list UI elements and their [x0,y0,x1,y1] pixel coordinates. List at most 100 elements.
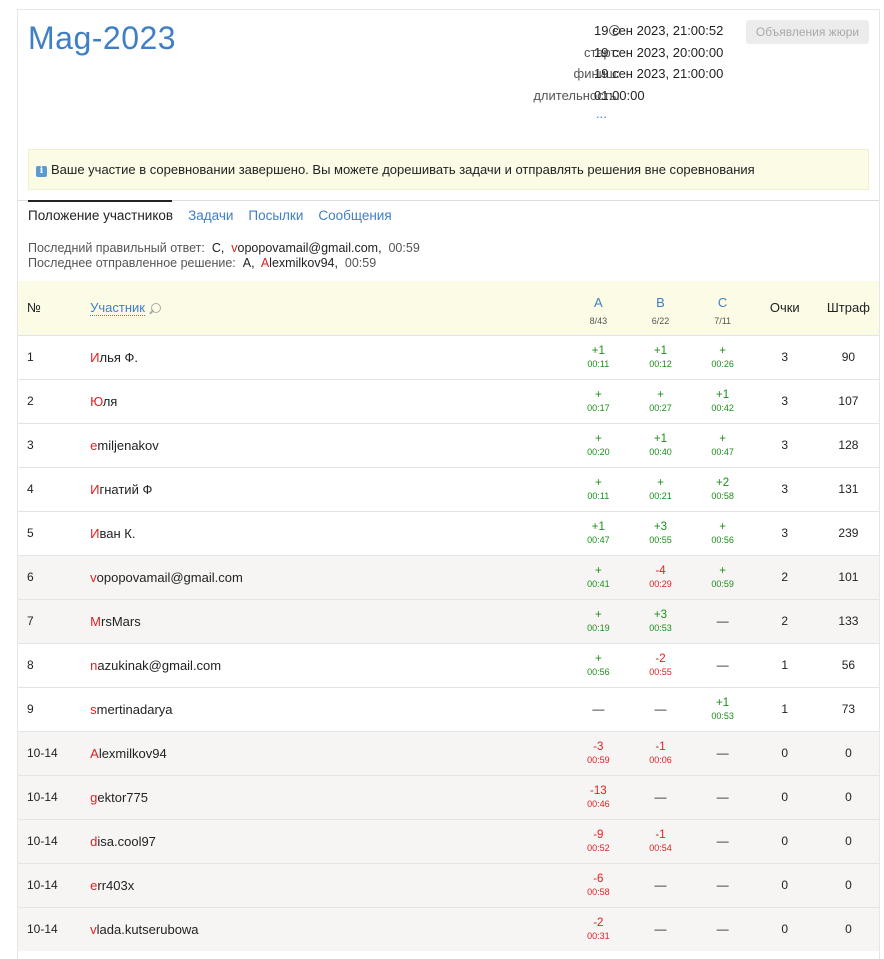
row-penalty: 239 [815,510,879,555]
contest-times: 19 сен 2023, 21:00:52 старт: 19 сен 2023… [458,23,758,109]
row-participant[interactable]: Илья Ф. [80,334,568,379]
participant-sort-link[interactable]: Участник [90,300,145,317]
table-row: 1 Илья Ф. +1 00:11 +1 00:12 +00:26 3 90 [18,334,879,379]
table-row: 9 smertinadarya — — +1 00:53 1 73 [18,686,879,731]
solve-time: 00:58 [587,886,610,897]
solve-time: 00:11 [587,358,610,369]
row-place: 3 [18,422,81,467]
row-participant[interactable]: Игнатий Ф [80,466,568,511]
solve-time: 00:53 [711,710,734,721]
problem-stat: 8/43 [589,316,608,327]
problem-result: +00:47 [691,422,754,467]
row-score: 3 [753,422,816,467]
problem-result: — [629,774,692,819]
attempts: + [594,564,602,577]
attempts: +1 [591,520,605,533]
attempts: — [654,701,667,716]
attempts: -4 [655,564,666,577]
row-penalty: 0 [815,906,879,951]
row-participant[interactable]: MrsMars [80,598,568,643]
problem-result: — [629,862,692,907]
participant-name: opopovamail@gmail.com [96,569,243,585]
jury-announcements-button[interactable]: Объявления жюри [746,20,869,44]
participant-name: гнатий Ф [99,481,153,497]
attempts: + [594,432,602,445]
attempts: -13 [590,784,607,797]
attempts: +1 [716,388,730,401]
attempts: + [594,652,602,665]
row-participant[interactable]: Alexmilkov94 [80,730,568,775]
tab-problems[interactable]: Задачи [188,208,233,228]
current-time: 19 сен 2023, 21:00:52 [594,23,724,38]
header-penalty: Штраф [815,281,879,335]
row-participant[interactable]: err403x [80,862,568,907]
attempts: -9 [593,828,604,841]
attempts: +3 [653,520,668,533]
problem-result: — [691,642,754,687]
solve-time: 00:58 [711,490,734,501]
problem-result: +1 00:47 [567,510,630,555]
problem-result: -1 00:54 [629,818,692,863]
row-place: 4 [18,466,81,511]
problem-result: +00:21 [629,466,692,511]
tab-submissions[interactable]: Посылки [248,208,303,228]
participant-name: лья Ф. [99,349,138,365]
row-penalty: 0 [815,730,879,775]
problem-result: +3 00:55 [629,510,692,555]
participant-name: ektor775 [97,789,148,805]
finish-time: 19 сен 2023, 21:00:00 [594,66,724,81]
row-penalty: 56 [815,642,879,687]
solve-time: 00:41 [587,578,610,589]
row-penalty: 107 [815,378,879,423]
row-participant[interactable]: Иван К. [80,510,568,555]
row-participant[interactable]: disa.cool97 [80,818,568,863]
problem-result: +00:26 [691,334,754,379]
problem-link[interactable]: C [692,295,754,310]
problem-result: — [691,906,754,951]
row-participant[interactable]: vlada.kutserubowa [80,906,568,951]
row-score: 0 [753,730,816,775]
participation-notice: i Ваше участие в соревновании завершено. … [28,149,869,190]
problem-result: +1 00:12 [629,334,692,379]
row-participant[interactable]: gektor775 [80,774,568,819]
problem-result: +00:11 [567,466,630,511]
row-participant[interactable]: emiljenakov [80,422,568,467]
problem-link[interactable]: A [567,295,629,310]
problem-result: — [691,818,754,863]
row-place: 1 [18,334,81,379]
problem-result: +1 00:42 [691,378,754,423]
attempts: -2 [655,652,666,665]
participant-name: lada.kutserubowa [96,921,199,937]
row-participant[interactable]: vopopovamail@gmail.com [80,554,568,599]
row-participant[interactable]: Юля [80,378,568,423]
row-participant[interactable]: smertinadarya [80,686,568,731]
standings-header: № Участник A 8/43 B 6/22 C 7/11 Очки Штраф [18,281,879,335]
attempts: + [594,476,602,489]
table-row: 4 Игнатий Ф +00:11 +00:21 +2 00:58 3 131 [18,466,879,511]
problem-result: +00:56 [567,642,630,687]
row-participant[interactable]: nazukinak@gmail.com [80,642,568,687]
problem-result: -13 00:46 [567,774,630,819]
attempts: -3 [593,740,604,753]
row-score: 0 [753,906,816,951]
more-info-link[interactable]: ... [596,106,607,121]
row-place: 10-14 [18,730,81,775]
attempts: — [654,789,667,804]
solve-time: 00:11 [587,490,610,501]
problem-link[interactable]: B [629,295,691,310]
row-place: 5 [18,510,81,555]
problem-result: +00:41 [567,554,630,599]
header-problem-b: B 6/22 [629,281,692,335]
tab-standings[interactable]: Положение участников [28,208,173,228]
table-row: 10-14 gektor775 -13 00:46— —0 0 [18,774,879,819]
problem-result: — [691,774,754,819]
row-place: 6 [18,554,81,599]
participant-initial: A [90,745,99,761]
problem-stat: 6/22 [651,316,670,327]
row-penalty: 0 [815,862,879,907]
attempts: +1 [591,344,605,357]
attempts: -2 [593,916,604,929]
search-icon[interactable] [150,303,161,314]
problem-result: +00:17 [567,378,630,423]
tab-messages[interactable]: Сообщения [318,208,391,228]
